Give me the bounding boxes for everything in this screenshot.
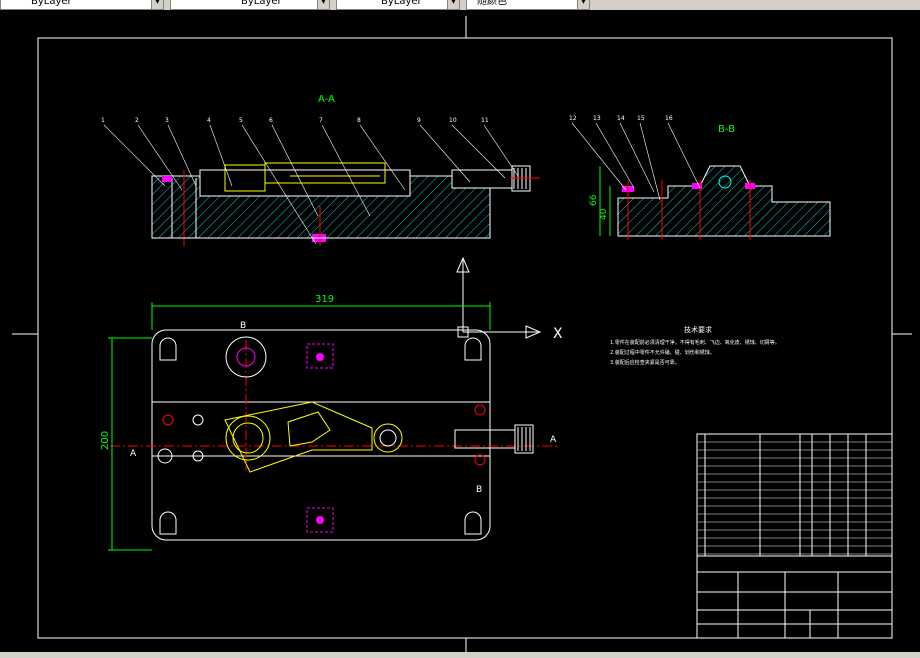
balloon-label: 2 — [135, 117, 139, 124]
section-bb-label: B-B — [718, 124, 735, 135]
balloon-label: 4 — [207, 117, 211, 124]
balloon-leader — [103, 124, 166, 187]
color-value: 随颜色 — [477, 0, 507, 7]
balloon-label: 10 — [449, 117, 457, 124]
balloon-leader — [571, 122, 627, 191]
dim-height-40: 40 — [599, 208, 609, 220]
balloon-label: 9 — [417, 117, 421, 124]
drawing-frame — [12, 16, 912, 652]
dim-length: 319 — [315, 294, 334, 305]
balloon-label: 15 — [637, 115, 645, 122]
balloon-label: 14 — [617, 115, 625, 122]
properties-toolbar: ByLayer ▼ ByLayer ▼ ByLayer ▼ 随颜色 ▼ — [0, 0, 920, 10]
balloon-leader — [595, 122, 635, 189]
balloon-label: 3 — [165, 117, 169, 124]
chevron-down-icon[interactable]: ▼ — [317, 0, 329, 9]
lineweight-value: ByLayer — [241, 0, 282, 7]
title-block — [696, 555, 893, 639]
balloon-label: 6 — [269, 117, 273, 124]
status-bar — [0, 652, 920, 658]
dim-width: 200 — [100, 431, 111, 450]
balloon-label: 5 — [239, 117, 243, 124]
dim-height-66: 66 — [589, 194, 599, 206]
balloon-label: 7 — [319, 117, 323, 124]
drawing-canvas[interactable]: X A-A 1 2 3 4 5 6 7 8 9 10 11 B-B 66 40 … — [0, 10, 920, 652]
tech-note-3: 3.装配后应检查夹紧是否可靠。 — [610, 359, 680, 366]
balloon-leader — [639, 122, 661, 201]
label-b-top: B — [240, 321, 246, 331]
tech-note-1: 1.零件在装配前必须清理干净，不得有毛刺、飞边、氧化皮、锈蚀、切屑等。 — [610, 339, 780, 346]
bom-table — [696, 433, 893, 557]
linetype-value: ByLayer — [31, 0, 72, 7]
tech-title: 技术要求 — [684, 325, 712, 334]
plotstyle-value: ByLayer — [381, 0, 422, 7]
chevron-down-icon[interactable]: ▼ — [577, 0, 589, 9]
balloon-leader — [483, 124, 519, 177]
section-bb-view[interactable]: B-B 66 40 — [589, 124, 831, 240]
label-a-left: A — [130, 449, 137, 459]
label-b-bottom: B — [476, 485, 482, 495]
plotstyle-dropdown[interactable]: ByLayer ▼ — [336, 0, 460, 10]
section-aa-label: A-A — [318, 94, 335, 105]
linetype-dropdown[interactable]: ByLayer ▼ — [0, 0, 164, 10]
balloon-label: 1 — [101, 117, 105, 124]
ucs-icon: X — [456, 256, 563, 342]
balloon-label: 13 — [593, 115, 601, 122]
balloon-label: 11 — [481, 117, 489, 124]
balloon-leader — [667, 122, 701, 189]
label-a-right: A — [550, 435, 557, 445]
chevron-down-icon[interactable]: ▼ — [447, 0, 459, 9]
chevron-down-icon[interactable]: ▼ — [151, 0, 163, 9]
lineweight-dropdown[interactable]: ByLayer ▼ — [170, 0, 330, 10]
balloon-leader — [419, 124, 471, 183]
color-dropdown[interactable]: 随颜色 ▼ — [466, 0, 590, 10]
tech-note-2: 2.装配过程中零件不允许磕、碰、划伤和锈蚀。 — [610, 349, 715, 356]
balloon-label: 16 — [665, 115, 673, 122]
balloon-label: 8 — [357, 117, 361, 124]
technical-requirements: 技术要求 1.零件在装配前必须清理干净，不得有毛刺、飞边、氧化皮、锈蚀、切屑等。… — [610, 325, 780, 366]
axis-x-label: X — [553, 326, 563, 342]
balloon-label: 12 — [569, 115, 577, 122]
